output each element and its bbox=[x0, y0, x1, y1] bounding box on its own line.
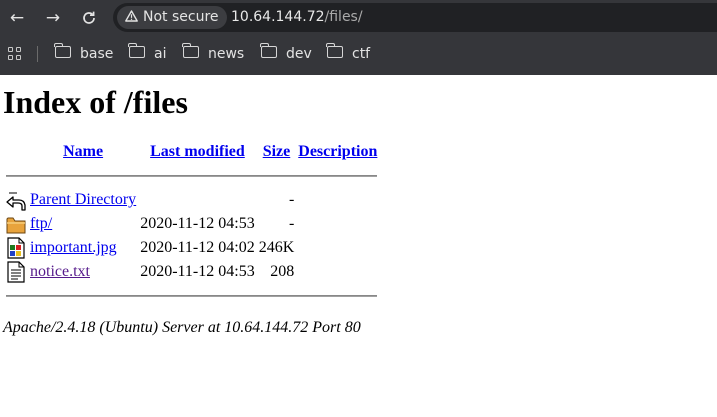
sort-by-description-link[interactable]: Description bbox=[298, 143, 377, 160]
sort-by-size-link[interactable]: Size bbox=[263, 143, 291, 160]
row-icon-cell bbox=[5, 189, 27, 211]
description-column-header: Description bbox=[297, 141, 378, 163]
name-column-header: Name bbox=[29, 141, 137, 163]
table-header-row: Name Last modified Size Description bbox=[5, 141, 378, 163]
server-signature: Apache/2.4.18 (Ubuntu) Server at 10.64.1… bbox=[3, 319, 361, 336]
page-title: Index of /files bbox=[3, 84, 188, 120]
row-icon-cell bbox=[5, 213, 27, 235]
row-description-cell bbox=[297, 237, 378, 259]
row-description-cell bbox=[297, 213, 378, 235]
folder-icon bbox=[6, 217, 26, 234]
table-row: notice.txt 2020-11-12 04:53 208 bbox=[5, 261, 378, 283]
reload-icon[interactable] bbox=[78, 7, 100, 29]
folder-icon bbox=[54, 43, 71, 58]
notice-txt-link[interactable]: notice.txt bbox=[30, 263, 90, 280]
row-date-cell bbox=[139, 189, 256, 211]
row-name-cell: ftp/ bbox=[29, 213, 137, 235]
page-content: Index of /files Name Last modified Size … bbox=[3, 75, 717, 337]
bookmark-label: base bbox=[80, 46, 114, 62]
row-size-cell: 208 bbox=[270, 263, 295, 280]
url-host: 10.64.144.72 bbox=[231, 9, 325, 25]
apps-grid-icon[interactable] bbox=[8, 47, 22, 61]
separator-cell bbox=[5, 285, 378, 307]
url-path: /files/ bbox=[324, 9, 363, 25]
row-date-cell: 2020-11-12 04:02 bbox=[140, 239, 255, 256]
bookmark-base[interactable]: base bbox=[54, 35, 114, 73]
table-row: important.jpg 2020-11-12 04:02 246K bbox=[5, 237, 378, 259]
row-description-cell bbox=[297, 261, 378, 283]
bookmarks-divider bbox=[37, 46, 38, 62]
security-chip[interactable]: Not secure bbox=[117, 6, 227, 29]
folder-icon bbox=[326, 43, 343, 58]
back-arrow-icon[interactable]: ← bbox=[6, 7, 28, 29]
bookmark-label: ai bbox=[154, 46, 167, 62]
ftp-folder-link[interactable]: ftp/ bbox=[30, 215, 52, 232]
separator-line bbox=[6, 175, 378, 177]
folder-icon bbox=[260, 43, 277, 58]
separator-cell bbox=[5, 165, 378, 187]
row-icon-cell bbox=[5, 237, 27, 259]
row-size-cell: 246K bbox=[258, 239, 295, 256]
text-file-icon bbox=[7, 261, 25, 283]
row-size-cell: - bbox=[288, 191, 295, 208]
table-row: Parent Directory - bbox=[5, 189, 378, 211]
bookmark-label: news bbox=[208, 46, 245, 62]
warning-triangle-icon bbox=[125, 6, 139, 29]
forward-arrow-icon[interactable]: → bbox=[42, 7, 64, 29]
back-arrow-icon bbox=[6, 192, 26, 211]
image-file-icon bbox=[7, 237, 25, 259]
directory-listing-table: Name Last modified Size Description Pare… bbox=[3, 139, 380, 309]
size-column-header: Size bbox=[258, 141, 296, 163]
row-name-cell: Parent Directory bbox=[29, 189, 137, 211]
important-jpg-link[interactable]: important.jpg bbox=[30, 239, 117, 256]
folder-icon bbox=[182, 43, 199, 58]
bookmark-ai[interactable]: ai bbox=[128, 35, 167, 73]
separator-row bbox=[5, 165, 378, 187]
row-name-cell: notice.txt bbox=[29, 261, 137, 283]
last-modified-column-header: Last modified bbox=[139, 141, 256, 163]
bookmark-ctf[interactable]: ctf bbox=[326, 35, 371, 73]
bookmark-news[interactable]: news bbox=[182, 35, 245, 73]
folder-icon bbox=[128, 43, 145, 58]
bookmark-label: dev bbox=[286, 46, 312, 62]
bookmarks-bar: base ai news dev ctf bbox=[0, 35, 717, 73]
icon-column-header bbox=[5, 141, 27, 163]
sort-by-last-modified-link[interactable]: Last modified bbox=[150, 143, 245, 160]
table-row: ftp/ 2020-11-12 04:53 - bbox=[5, 213, 378, 235]
row-date-cell: 2020-11-12 04:53 bbox=[140, 263, 255, 280]
separator-line bbox=[6, 295, 378, 297]
url-text[interactable]: 10.64.144.72/files/ bbox=[231, 3, 363, 32]
sort-by-name-link[interactable]: Name bbox=[63, 143, 103, 160]
bookmark-label: ctf bbox=[352, 46, 371, 62]
row-name-cell: important.jpg bbox=[29, 237, 137, 259]
row-date-cell: 2020-11-12 04:53 bbox=[140, 215, 255, 232]
address-bar[interactable]: Not secure 10.64.144.72/files/ bbox=[113, 3, 717, 32]
separator-row bbox=[5, 285, 378, 307]
row-size-cell: - bbox=[288, 215, 295, 232]
bookmark-dev[interactable]: dev bbox=[260, 35, 312, 73]
browser-toolbar: ← → Not secure 10.64.144.72/files/ bbox=[0, 0, 717, 35]
parent-directory-link[interactable]: Parent Directory bbox=[30, 191, 136, 208]
row-description-cell bbox=[297, 189, 378, 211]
security-label: Not secure bbox=[143, 9, 219, 25]
browser-chrome: ← → Not secure 10.64.144.72/files/ base … bbox=[0, 0, 717, 75]
row-icon-cell bbox=[5, 261, 27, 283]
